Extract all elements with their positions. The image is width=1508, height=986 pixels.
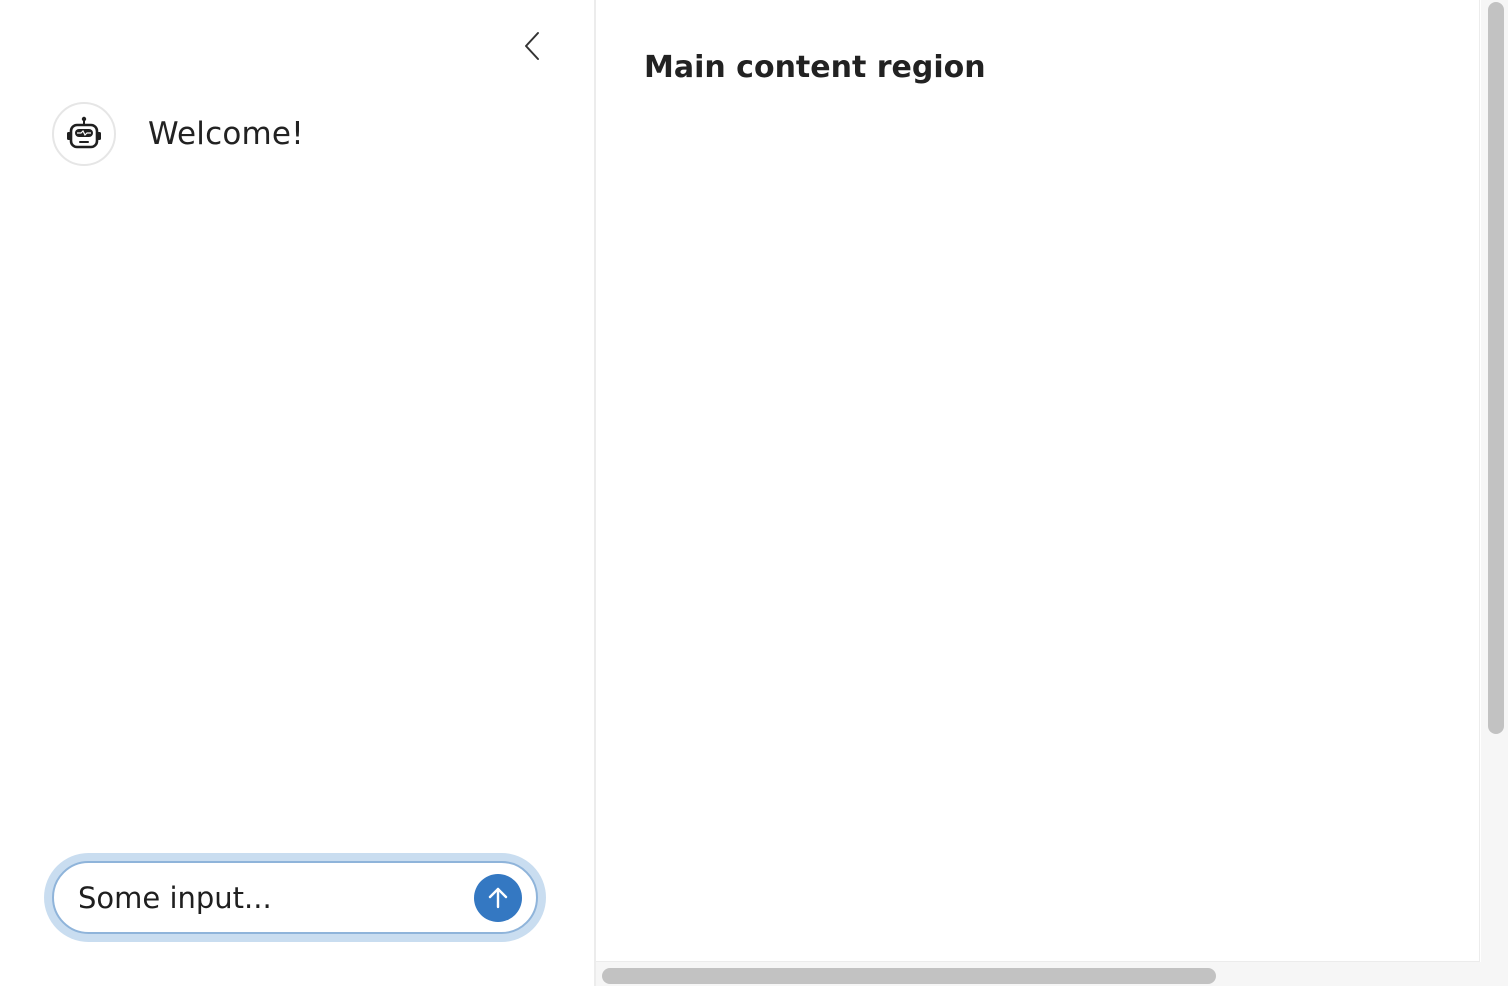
collapse-sidebar-button[interactable] <box>514 28 550 64</box>
main-content-title: Main content region <box>644 50 986 85</box>
chat-input[interactable] <box>78 863 468 932</box>
chat-sidebar: Welcome! <box>0 0 594 986</box>
welcome-text: Welcome! <box>148 116 304 152</box>
chat-input-container <box>52 861 538 934</box>
avatar <box>52 102 116 166</box>
send-button[interactable] <box>474 874 522 922</box>
chevron-left-icon <box>525 32 539 60</box>
welcome-message: Welcome! <box>52 102 304 166</box>
horizontal-scrollbar-thumb[interactable] <box>602 968 1216 984</box>
main-content: Main content region <box>596 0 1480 962</box>
vertical-scrollbar-thumb[interactable] <box>1488 2 1504 734</box>
arrow-up-icon <box>488 887 508 909</box>
app-window: Welcome! Main content region <box>0 0 1508 986</box>
robot-icon <box>67 116 101 149</box>
